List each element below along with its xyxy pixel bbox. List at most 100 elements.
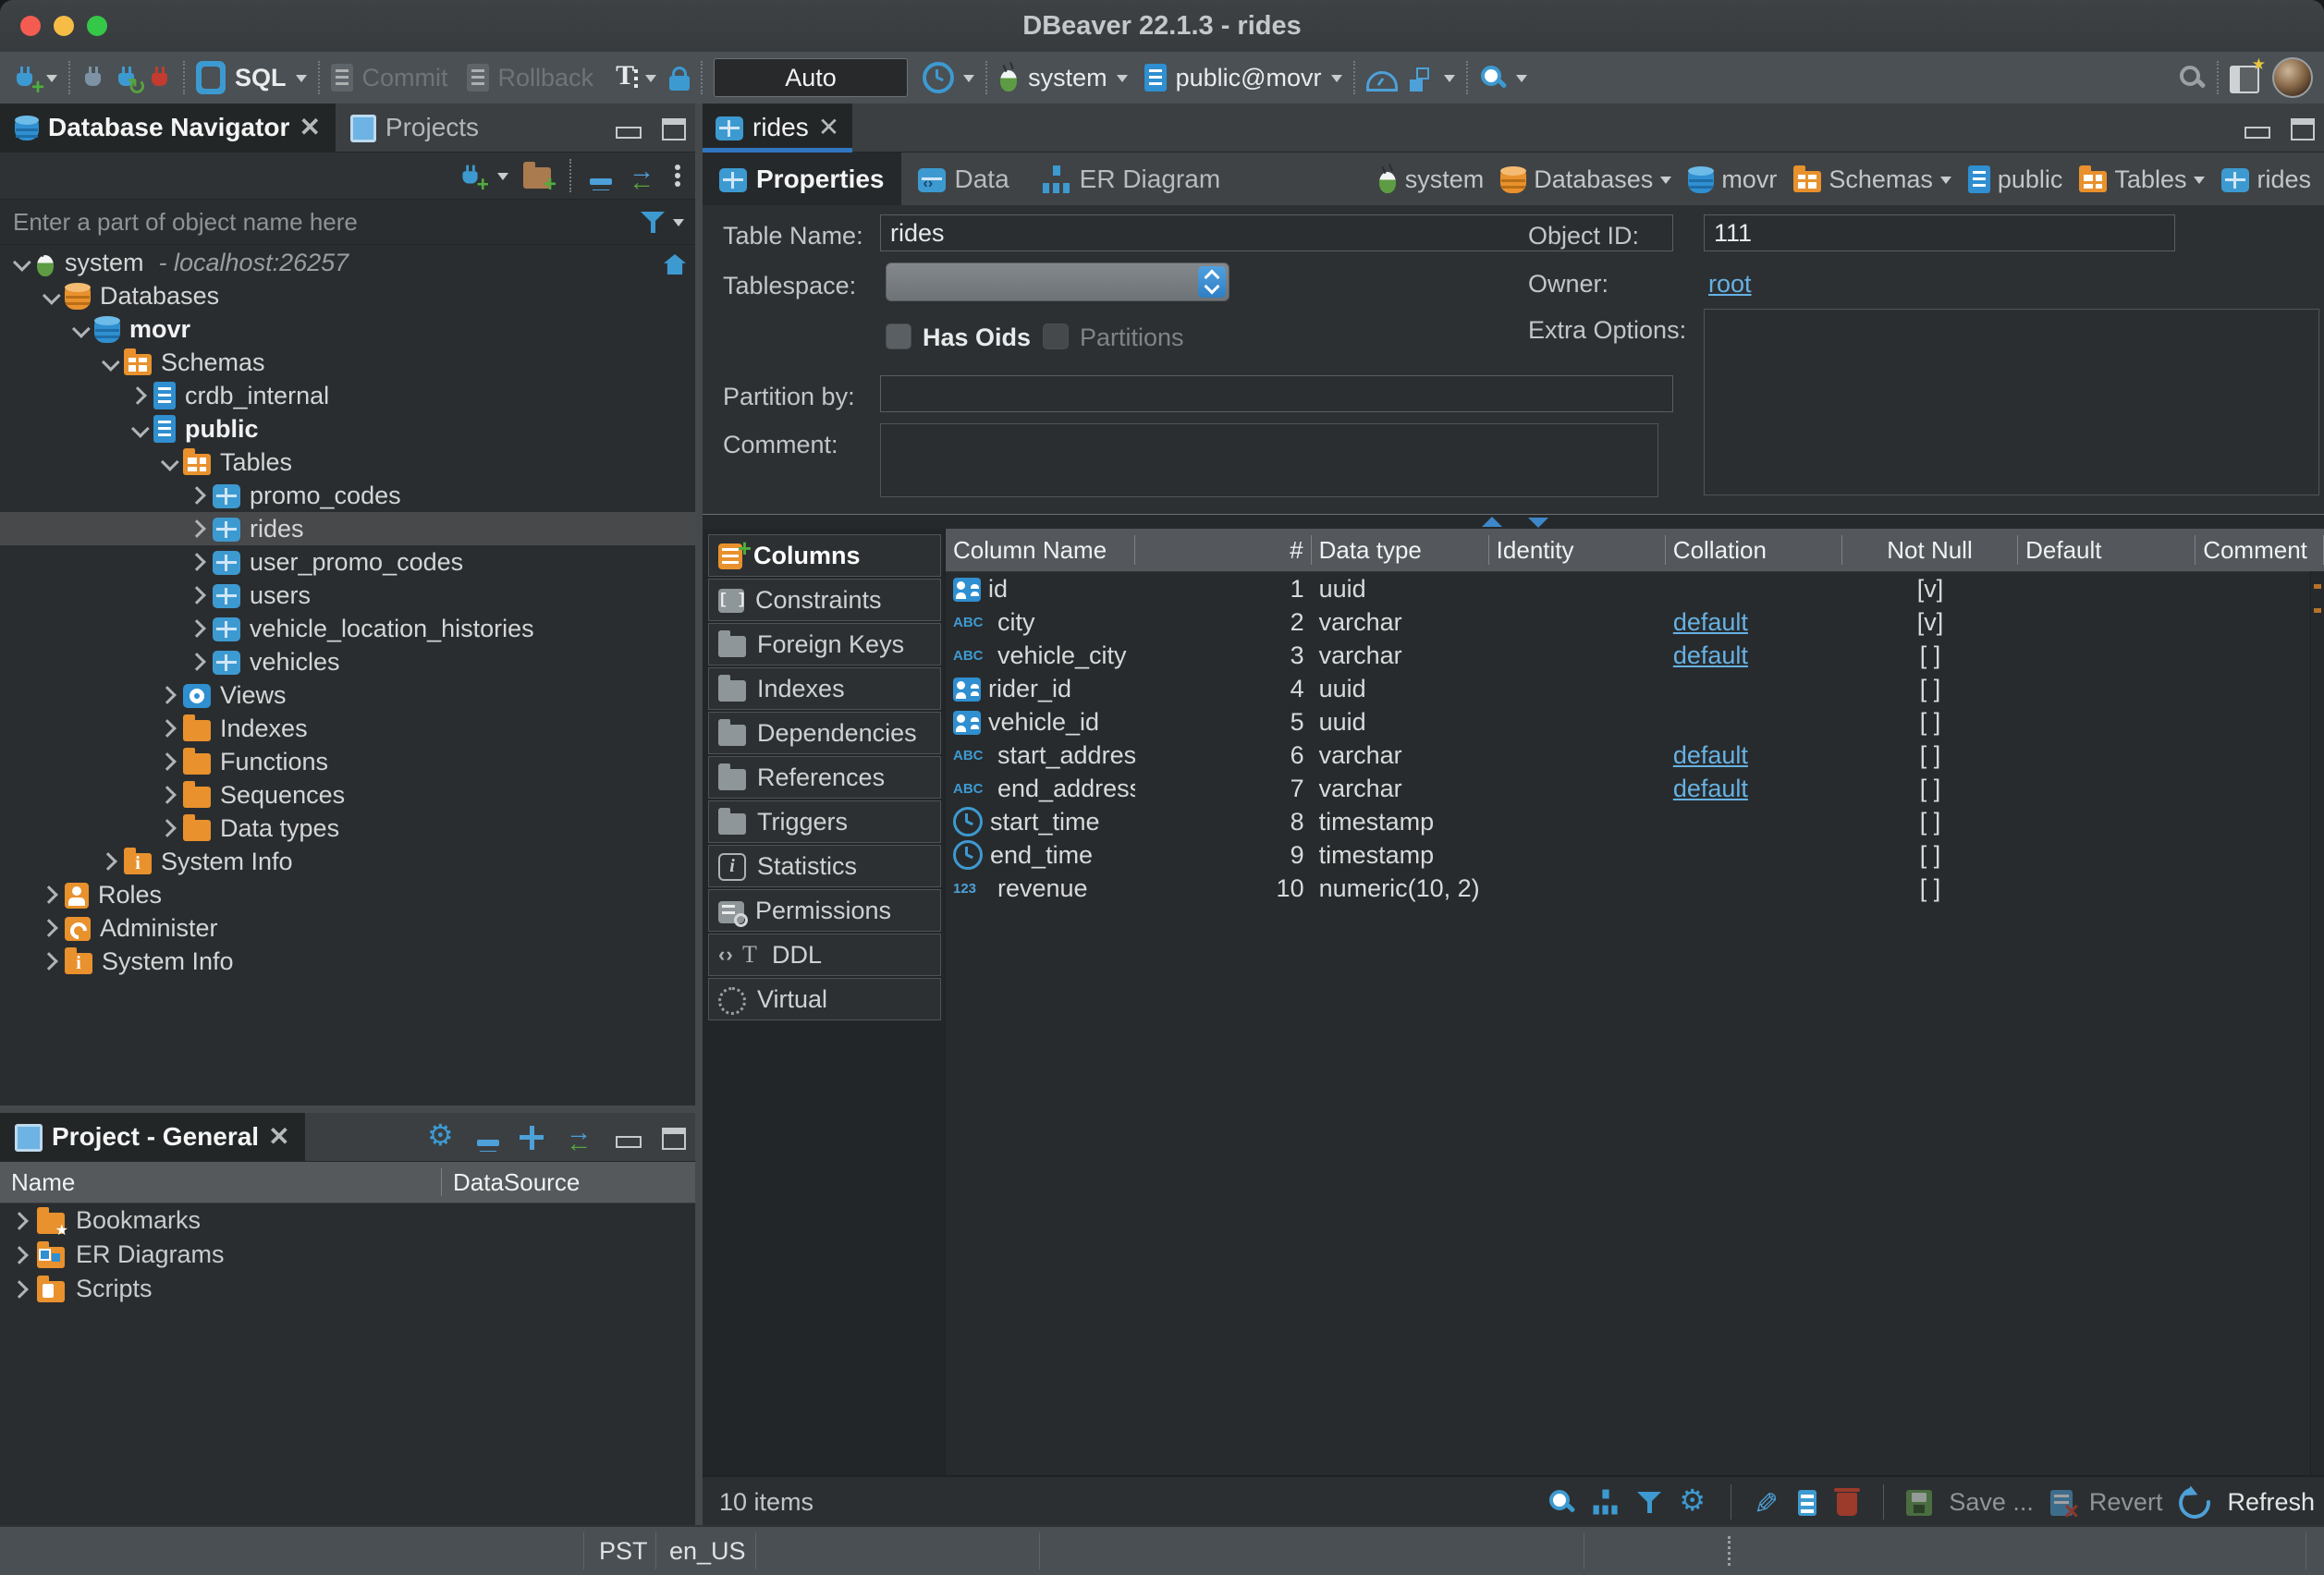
- tree-item-system-info[interactable]: System Info: [0, 945, 695, 978]
- grid-header--[interactable]: #: [1135, 535, 1311, 565]
- collation-default-link[interactable]: default: [1673, 608, 1748, 637]
- new-folder-icon[interactable]: [523, 167, 551, 189]
- breadcrumb-item-tables[interactable]: Tables: [2079, 165, 2205, 194]
- subtab-properties[interactable]: Properties: [703, 153, 901, 206]
- chevron-down-icon[interactable]: [1117, 75, 1128, 88]
- grid-header-collation[interactable]: Collation: [1666, 535, 1842, 565]
- section-tab-triggers[interactable]: Triggers: [708, 800, 941, 843]
- chevron-right-icon[interactable]: [158, 786, 177, 804]
- chevron-down-icon[interactable]: [1444, 75, 1455, 88]
- section-tab-columns[interactable]: Columns: [708, 534, 941, 577]
- save-button[interactable]: Save ...: [1949, 1488, 2034, 1517]
- grid-header-data-type[interactable]: Data type: [1312, 535, 1489, 565]
- grid-header-comment[interactable]: Comment: [2196, 535, 2324, 565]
- chevron-right-icon[interactable]: [40, 919, 58, 937]
- chevron-right-icon[interactable]: [188, 653, 206, 671]
- chevron-right-icon[interactable]: [188, 586, 206, 604]
- section-tab-references[interactable]: References: [708, 756, 941, 799]
- collapse-all-icon[interactable]: [477, 1140, 499, 1146]
- active-database-combo[interactable]: public@movr: [1144, 64, 1342, 92]
- chevron-right-icon[interactable]: [158, 719, 177, 738]
- maximize-panel-icon[interactable]: [662, 118, 686, 140]
- tab-project-general[interactable]: Project - General ✕: [0, 1113, 305, 1161]
- section-tab-virtual[interactable]: Virtual: [708, 978, 941, 1020]
- grid-header-not-null[interactable]: Not Null: [1842, 535, 2018, 565]
- close-icon[interactable]: ✕: [299, 114, 320, 141]
- chevron-down-icon[interactable]: [102, 353, 120, 372]
- columns-view-icon[interactable]: [1798, 1490, 1816, 1516]
- chevron-right-icon[interactable]: [158, 686, 177, 704]
- chevron-right-icon[interactable]: [158, 819, 177, 837]
- minimize-panel-icon[interactable]: [616, 127, 642, 139]
- maximize-editor-icon[interactable]: [2291, 118, 2315, 140]
- tree-item-vehicle-location-histories[interactable]: vehicle_location_histories: [0, 612, 695, 645]
- grid-header-identity[interactable]: Identity: [1489, 535, 1666, 565]
- collapse-all-icon[interactable]: [590, 178, 612, 185]
- chevron-right-icon[interactable]: [188, 486, 206, 505]
- section-tab-ddl[interactable]: DDL: [708, 934, 941, 976]
- chevron-down-icon[interactable]: [296, 75, 307, 88]
- quick-search-icon[interactable]: [2178, 64, 2206, 92]
- locale-indicator[interactable]: en_US: [669, 1527, 746, 1575]
- tablespace-select[interactable]: [886, 262, 1229, 301]
- close-icon[interactable]: ✕: [268, 1123, 289, 1151]
- breadcrumb-item-system[interactable]: system: [1377, 165, 1485, 194]
- sql-editor-button[interactable]: SQL: [196, 61, 307, 94]
- grid-layout-icon[interactable]: [1594, 1490, 1619, 1515]
- refresh-icon[interactable]: [2173, 1481, 2217, 1524]
- revert-button[interactable]: Revert: [2089, 1488, 2163, 1517]
- section-tab-dependencies[interactable]: Dependencies: [708, 712, 941, 754]
- comment-textarea[interactable]: [880, 423, 1658, 497]
- has-oids-checkbox[interactable]: [886, 324, 911, 349]
- object-id-input[interactable]: [1704, 214, 2175, 251]
- object-filter-input[interactable]: [11, 207, 640, 238]
- tree-item-data-types[interactable]: Data types: [0, 812, 695, 845]
- reconnect-icon[interactable]: ↻: [115, 64, 139, 92]
- breadcrumb-item-databases[interactable]: Databases: [1500, 165, 1671, 194]
- edit-icon[interactable]: [1754, 1488, 1781, 1516]
- tree-item-user-promo-codes[interactable]: user_promo_codes: [0, 545, 695, 579]
- maximize-panel-icon[interactable]: [662, 1128, 686, 1150]
- grid-header-column-name[interactable]: Column Name: [946, 535, 1135, 565]
- tree-item-users[interactable]: users: [0, 579, 695, 612]
- compare-data-button[interactable]: [1409, 65, 1455, 91]
- chevron-down-icon[interactable]: [1940, 177, 1951, 189]
- subtab-data[interactable]: Data: [901, 153, 1026, 206]
- rollback-button[interactable]: Rollback: [467, 64, 594, 92]
- tree-item-public[interactable]: public: [0, 412, 695, 446]
- extra-options-textarea[interactable]: [1704, 309, 2319, 495]
- grid-row-end-time[interactable]: end_time9timestamp[ ]: [946, 838, 2324, 872]
- grid-row-vehicle-id[interactable]: vehicle_id5uuid[ ]: [946, 705, 2324, 739]
- grid-row-city[interactable]: city2varchardefault[v]: [946, 605, 2324, 639]
- chevron-down-icon[interactable]: [963, 75, 974, 88]
- chevron-down-icon[interactable]: [2194, 177, 2205, 189]
- collapse-down-icon[interactable]: [1528, 518, 1548, 528]
- chevron-right-icon[interactable]: [158, 752, 177, 771]
- chevron-right-icon[interactable]: [188, 553, 206, 571]
- chevron-down-icon[interactable]: [1516, 75, 1527, 88]
- chevron-down-icon[interactable]: [43, 287, 61, 305]
- refresh-button[interactable]: Refresh: [2227, 1488, 2315, 1517]
- commit-button[interactable]: Commit: [331, 64, 448, 92]
- revert-icon[interactable]: [2050, 1490, 2073, 1516]
- subtab-er-diagram[interactable]: ER Diagram: [1026, 153, 1237, 206]
- chevron-down-icon[interactable]: [497, 173, 508, 186]
- chevron-right-icon[interactable]: [188, 619, 206, 638]
- section-tab-indexes[interactable]: Indexes: [708, 667, 941, 710]
- chevron-right-icon[interactable]: [99, 852, 117, 871]
- tree-item-databases[interactable]: Databases: [0, 279, 695, 312]
- section-tab-constraints[interactable]: Constraints: [708, 579, 941, 621]
- close-icon[interactable]: ✕: [818, 114, 839, 141]
- view-menu-icon[interactable]: [673, 162, 682, 189]
- grid-row-start-address[interactable]: start_address6varchardefault[ ]: [946, 739, 2324, 772]
- chevron-right-icon[interactable]: [10, 1246, 29, 1264]
- breadcrumb-item-rides[interactable]: rides: [2221, 165, 2311, 194]
- save-icon[interactable]: [1906, 1490, 1932, 1516]
- breadcrumb-item-movr[interactable]: movr: [1688, 165, 1777, 194]
- project-item-scripts[interactable]: Scripts: [0, 1272, 695, 1306]
- tree-item-indexes[interactable]: Indexes: [0, 712, 695, 745]
- statusbar-drag-handle[interactable]: [1728, 1536, 1731, 1566]
- avatar[interactable]: [2272, 57, 2313, 98]
- chevron-right-icon[interactable]: [10, 1212, 29, 1230]
- grid-row-vehicle-city[interactable]: vehicle_city3varchardefault[ ]: [946, 639, 2324, 672]
